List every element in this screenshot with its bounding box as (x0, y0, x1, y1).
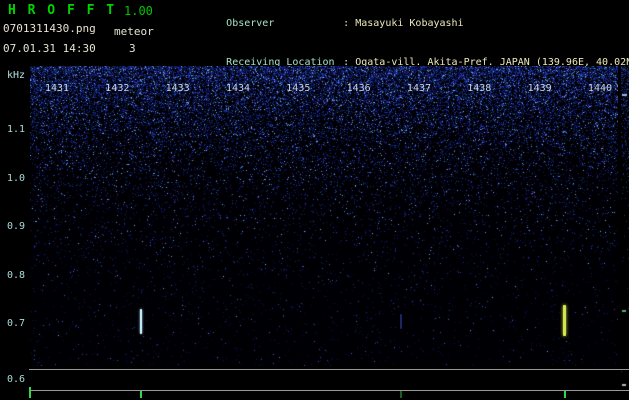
y-tick-label: 0.6 (0, 374, 25, 385)
noise-canvas (30, 66, 618, 366)
y-tick-label: 0.7 (0, 318, 25, 329)
x-tick-label: 1433 (166, 83, 190, 94)
echo-minute-tick (564, 391, 566, 398)
x-tick-label: 1440 (588, 83, 612, 94)
y-tick-label: 1.1 (0, 124, 25, 135)
echo-minute-tick (140, 391, 142, 398)
mode-label: meteor (114, 25, 154, 38)
right-strip-canvas (621, 66, 629, 396)
app-version: 1.00 (124, 4, 153, 18)
x-tick-label: 1438 (467, 83, 491, 94)
x-tick-label: 1437 (407, 83, 431, 94)
meteor-count: 3 (129, 42, 136, 55)
x-tick-label: 1436 (347, 83, 371, 94)
x-tick-label: 1434 (226, 83, 250, 94)
meteor-echo (563, 305, 566, 337)
y-axis: kHz 1.1 1.0 0.9 0.8 0.7 0.6 (0, 0, 26, 400)
y-tick-label: 0.8 (0, 270, 25, 281)
x-tick-label: 1432 (105, 83, 129, 94)
x-tick-label: 1435 (286, 83, 310, 94)
y-axis-unit-label: kHz (0, 70, 25, 81)
level-strip (29, 369, 629, 391)
info-label: Observer (226, 17, 343, 30)
y-tick-label: 1.0 (0, 173, 25, 184)
spectrogram-plot: 1431 1432 1433 1434 1435 1436 1437 1438 1439 1440 (30, 66, 618, 366)
y-tick-label: 0.9 (0, 221, 25, 232)
echo-minute-tick (400, 391, 402, 398)
hrofft-output-image: H R O F F T 1.00 0701311430.png meteor 0… (0, 0, 629, 400)
info-row-observer: Observer: Masayuki Kobayashi (178, 4, 629, 43)
meteor-echo (400, 314, 402, 329)
x-tick-label: 1431 (45, 83, 69, 94)
x-tick-label: 1439 (528, 83, 552, 94)
info-value: : Masayuki Kobayashi (343, 18, 463, 29)
